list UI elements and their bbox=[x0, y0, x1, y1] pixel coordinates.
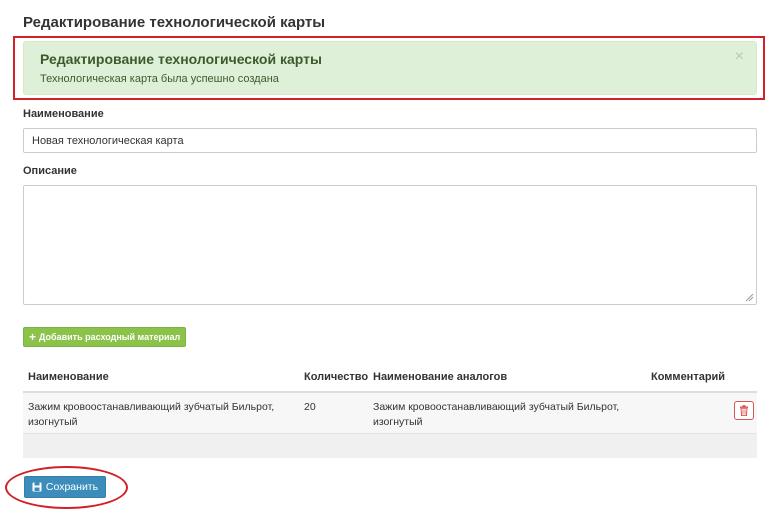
name-label: Наименование bbox=[23, 108, 104, 120]
resize-grip-icon[interactable] bbox=[745, 293, 754, 302]
header-name: Наименование bbox=[28, 371, 109, 383]
close-icon[interactable]: × bbox=[735, 48, 744, 66]
trash-icon bbox=[740, 405, 748, 416]
delete-row-button[interactable] bbox=[734, 401, 754, 420]
alert-title: Редактирование технологической карты bbox=[40, 51, 322, 67]
header-analogs: Наименование аналогов bbox=[373, 371, 508, 383]
header-comment: Комментарий bbox=[651, 371, 726, 383]
add-material-button[interactable]: + Добавить расходный материал bbox=[23, 327, 187, 347]
page-title: Редактирование технологической карты bbox=[23, 14, 326, 31]
alert-message: Технологическая карта была успешно созда… bbox=[40, 73, 279, 85]
save-highlight-ellipse bbox=[5, 466, 128, 509]
success-alert: Редактирование технологической карты Тех… bbox=[23, 41, 757, 95]
table-footer bbox=[23, 434, 757, 458]
row-analog-line: Зажим кровоостанавливающий зубчатый Биль… bbox=[373, 401, 620, 413]
header-quantity: Количество bbox=[304, 371, 369, 383]
table-header: Наименование Количество Наименование ана… bbox=[23, 365, 757, 393]
row-name-line: Зажим кровоостанавливающий зубчатый Биль… bbox=[28, 401, 275, 413]
add-material-label: Добавить расходный материал bbox=[39, 332, 181, 342]
row-analog-line: изогнутый bbox=[373, 416, 423, 428]
description-label: Описание bbox=[23, 165, 77, 177]
row-analog-cell: Зажим кровоостанавливающий зубчатый Биль… bbox=[373, 400, 619, 430]
row-quantity-cell: 20 bbox=[304, 401, 316, 413]
row-name-cell: Зажим кровоостанавливающий зубчатый Биль… bbox=[28, 400, 274, 430]
table-row: Зажим кровоостанавливающий зубчатый Биль… bbox=[23, 393, 757, 434]
row-name-line: изогнутый bbox=[28, 416, 78, 428]
plus-icon: + bbox=[29, 330, 37, 344]
description-textarea[interactable] bbox=[23, 185, 757, 305]
name-input[interactable] bbox=[23, 128, 757, 153]
